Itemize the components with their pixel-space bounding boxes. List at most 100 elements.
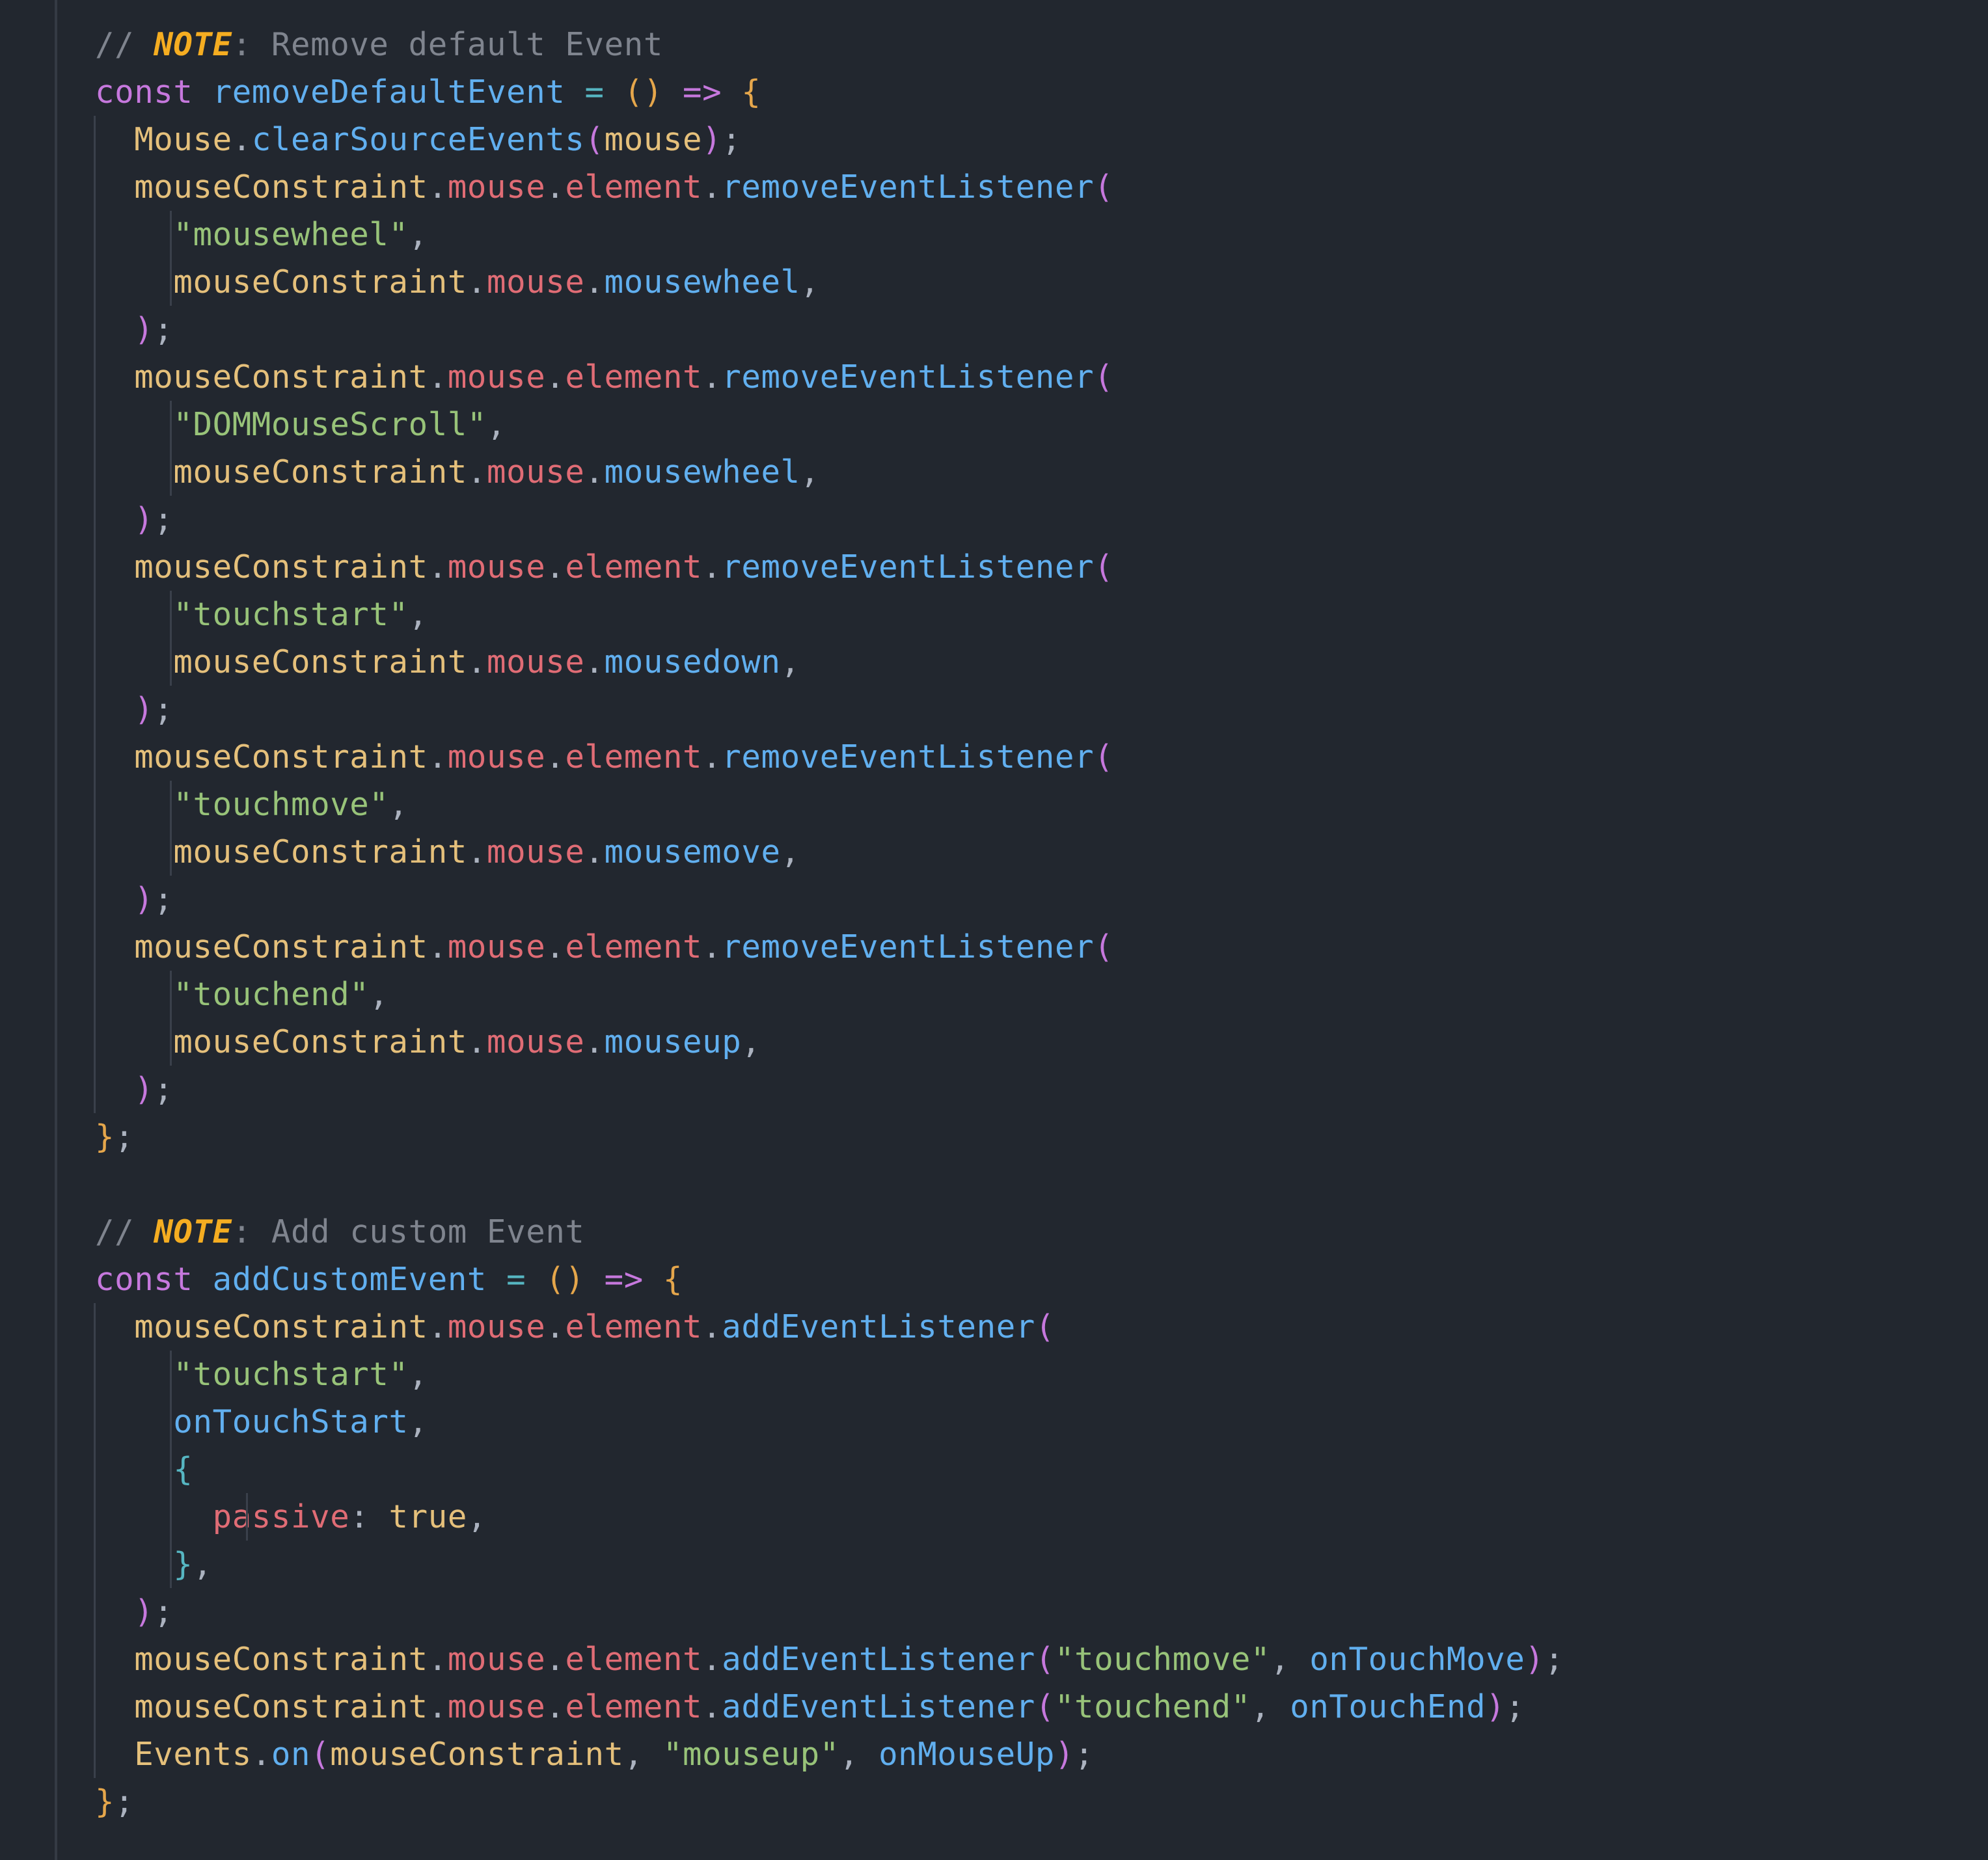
code-line[interactable]: Mouse.clearSourceEvents(mouse); [95, 116, 741, 163]
code-line[interactable]: "touchstart", [95, 591, 428, 638]
code-line[interactable]: mouseConstraint.mouse.element.addEventLi… [95, 1636, 1564, 1683]
code-line[interactable]: }; [95, 1113, 134, 1161]
code-token: : Add custom Event [232, 1213, 585, 1250]
code-token: ( [584, 121, 605, 158]
code-token: "touchstart" [173, 1356, 409, 1393]
code-token: onTouchEnd [1290, 1688, 1486, 1725]
code-token: addEventListener [722, 1688, 1035, 1725]
code-token: () [545, 1261, 585, 1298]
code-token: mouse [447, 1641, 546, 1678]
code-token: mouseConstraint [134, 548, 428, 586]
code-token: mouseup [604, 1023, 742, 1060]
code-line[interactable]: ); [95, 496, 173, 543]
code-line[interactable]: const addCustomEvent = () => { [95, 1256, 683, 1303]
indent-guide [170, 401, 172, 496]
code-token: . [545, 928, 565, 965]
code-token: NOTE [154, 1213, 232, 1250]
code-token: . [545, 548, 565, 586]
code-token: on [271, 1736, 311, 1773]
code-token: . [428, 1641, 448, 1678]
indent-guide [94, 116, 96, 1113]
code-token: mouse [447, 1688, 546, 1725]
code-token: mouse [447, 738, 546, 775]
code-token: . [702, 548, 722, 586]
code-token: mouse [487, 453, 585, 491]
code-line[interactable]: mouseConstraint.mouse.element.removeEven… [95, 733, 1113, 781]
code-token: mouse [487, 263, 585, 301]
code-line[interactable]: ); [95, 686, 173, 733]
code-token: { [173, 1451, 193, 1488]
code-token: ) [1054, 1736, 1075, 1773]
code-line[interactable]: "DOMMouseScroll", [95, 401, 506, 448]
code-line[interactable]: "touchstart", [95, 1351, 428, 1398]
code-line[interactable]: mouseConstraint.mouse.element.addEventLi… [95, 1303, 1055, 1351]
code-token: , [487, 406, 507, 443]
code-token: ( [1094, 738, 1114, 775]
indent-guide [246, 1493, 249, 1541]
code-token: , [388, 786, 409, 823]
code-line[interactable]: mouseConstraint.mouse.element.addEventLi… [95, 1683, 1525, 1731]
code-token: mouseConstraint [173, 833, 467, 870]
code-line[interactable]: // NOTE: Remove default Event [95, 21, 663, 68]
code-token: mouseConstraint [134, 1308, 428, 1345]
code-line[interactable]: mouseConstraint.mouse.mousewheel, [95, 448, 820, 496]
code-line[interactable]: Events.on(mouseConstraint, "mouseup", on… [95, 1731, 1094, 1778]
code-line[interactable]: "touchmove", [95, 781, 409, 828]
code-token: , [408, 216, 428, 253]
code-token: removeEventListener [722, 738, 1095, 775]
code-line[interactable]: mouseConstraint.mouse.element.removeEven… [95, 543, 1113, 591]
code-token: . [702, 928, 722, 965]
code-token: . [584, 453, 605, 491]
code-line[interactable]: "touchend", [95, 971, 389, 1018]
code-line[interactable]: onTouchStart, [95, 1398, 428, 1446]
indent-guide [94, 1303, 96, 1778]
code-editor[interactable]: // NOTE: Remove default Event const remov… [0, 0, 1988, 1860]
code-token: mousewheel [604, 453, 800, 491]
code-line[interactable]: const removeDefaultEvent = () => { [95, 68, 761, 116]
code-token: . [232, 121, 252, 158]
code-line[interactable]: }; [95, 1778, 134, 1826]
code-token: , [1270, 1641, 1310, 1678]
code-line[interactable]: mouseConstraint.mouse.element.removeEven… [95, 353, 1113, 401]
code-token: { [662, 1261, 683, 1298]
code-token: = [565, 74, 624, 111]
code-token: ( [1094, 358, 1114, 396]
code-token: () [623, 74, 663, 111]
code-token: "touchstart" [173, 596, 409, 633]
code-token: . [467, 453, 487, 491]
code-line[interactable]: passive: true, [95, 1493, 487, 1541]
code-token: "mousewheel" [173, 216, 409, 253]
code-line[interactable]: ); [95, 1588, 173, 1636]
code-line[interactable]: }, [95, 1541, 213, 1588]
code-token: , [780, 643, 800, 681]
code-token: mouse [487, 643, 585, 681]
code-token: mouseConstraint [134, 358, 428, 396]
code-token: . [467, 833, 487, 870]
code-line[interactable]: // NOTE: Add custom Event [95, 1208, 585, 1256]
code-token: ; [1074, 1736, 1095, 1773]
code-token: . [428, 548, 448, 586]
code-token: ( [1035, 1641, 1055, 1678]
code-line[interactable]: mouseConstraint.mouse.element.removeEven… [95, 923, 1113, 971]
code-line[interactable]: { [95, 1446, 193, 1493]
code-line[interactable]: "mousewheel", [95, 211, 428, 258]
code-line[interactable]: ); [95, 306, 173, 353]
code-line[interactable]: ); [95, 876, 173, 923]
code-line[interactable]: ); [95, 1066, 173, 1113]
code-line[interactable]: mouseConstraint.mouse.element.removeEven… [95, 163, 1113, 211]
code-token: , [800, 453, 820, 491]
code-line[interactable]: mouseConstraint.mouse.mousedown, [95, 638, 800, 686]
code-line[interactable]: mouseConstraint.mouse.mouseup, [95, 1018, 761, 1066]
code-token: = [487, 1261, 546, 1298]
code-line[interactable]: mouseConstraint.mouse.mousewheel, [95, 258, 820, 306]
code-token: mouse [447, 548, 546, 586]
code-token: mouseConstraint [134, 738, 428, 775]
code-line[interactable]: mouseConstraint.mouse.mousemove, [95, 828, 800, 876]
code-token: . [467, 1023, 487, 1060]
